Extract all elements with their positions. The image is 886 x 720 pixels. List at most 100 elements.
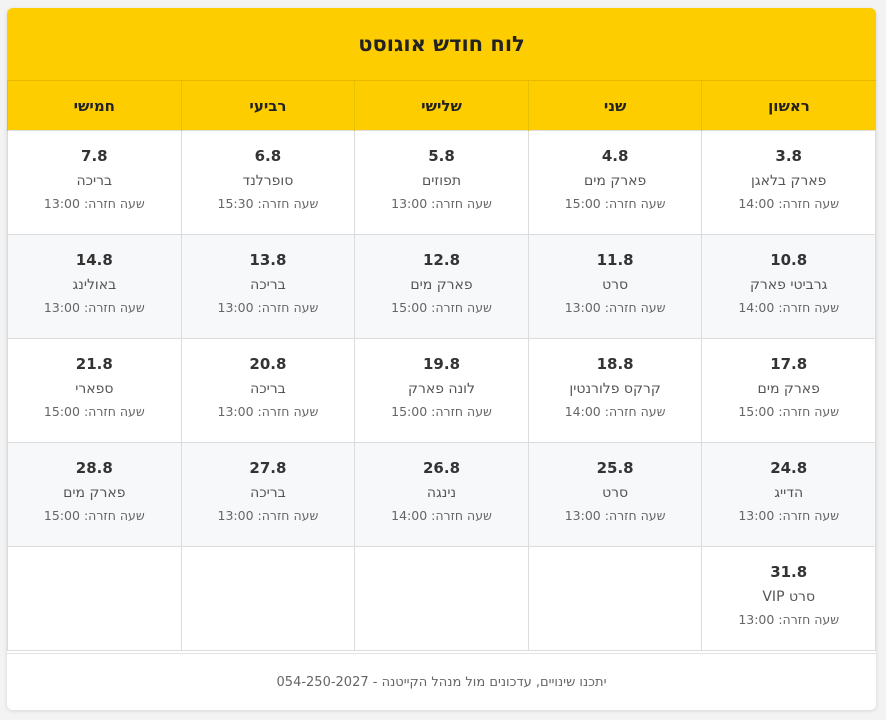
cell-return-time: שעה חזרה: 14:00	[702, 196, 875, 211]
cell-return-time: שעה חזרה: 15:30	[182, 196, 355, 211]
return-time: 15:30	[217, 196, 254, 211]
cell-date: 20.8	[249, 355, 287, 373]
cell-date: 12.8	[423, 251, 461, 269]
cell-activity: סרט VIP	[762, 589, 816, 605]
cell-return-time: שעה חזרה: 14:00	[702, 300, 875, 315]
cell-date: 28.8	[75, 459, 113, 477]
week-row: 17.8 פארק מים שעה חזרה: 15:00 18.8 קרקס פלור…	[7, 338, 876, 443]
day-cell: 11.8 סרט שעה חזרה: 13:00	[527, 234, 703, 339]
day-cell: 7.8 בריכה שעה חזרה: 13:00	[7, 130, 182, 235]
day-cell: 10.8 גרביטי פארק שעה חזרה: 14:00	[701, 234, 876, 339]
day-header: שלישי	[354, 81, 529, 131]
cell-date: 27.8	[249, 459, 287, 477]
return-label: שעה חזרה:	[778, 612, 840, 627]
day-cell: 14.8 באולינג שעה חזרה: 13:00	[7, 234, 182, 339]
return-time: 14:00	[564, 404, 601, 419]
cell-activity: לונה פארק	[408, 381, 475, 397]
cell-date: 18.8	[596, 355, 634, 373]
cell-date: 19.8	[423, 355, 461, 373]
return-time: 15:00	[43, 508, 80, 523]
cell-date: 7.8	[81, 147, 108, 165]
return-time: 13:00	[43, 196, 80, 211]
return-time: 15:00	[391, 404, 428, 419]
cell-date: 4.8	[601, 147, 629, 165]
cell-date: 13.8	[249, 251, 287, 269]
day-cell: 24.8 הדייג שעה חזרה: 13:00	[701, 442, 876, 547]
day-cell: 25.8 סרט שעה חזרה: 13:00	[527, 442, 703, 547]
cell-return-time: שעה חזרה: 13:00	[182, 508, 355, 523]
day-cell: 20.8 בריכה שעה חזרה: 13:00	[180, 338, 356, 443]
day-cell: 17.8 פארק מים שעה חזרה: 15:00	[701, 338, 876, 443]
cell-return-time: שעה חזרה: 15:00	[355, 300, 528, 315]
cell-activity: נינגה	[426, 485, 457, 501]
return-label: שעה חזרה:	[257, 404, 319, 419]
cell-activity: בריכה	[250, 485, 286, 501]
cell-return-time: שעה חזרה: 15:00	[702, 404, 875, 419]
day-cell: 13.8 בריכה שעה חזרה: 13:00	[180, 234, 356, 339]
cell-return-time: שעה חזרה: 13:00	[529, 300, 702, 315]
day-cell: 21.8 ספארי שעה חזרה: 15:00	[7, 338, 182, 443]
cell-return-time: שעה חזרה: 13:00	[8, 196, 181, 211]
cell-date: 5.8	[428, 147, 455, 165]
cell-return-time: שעה חזרה: 13:00	[702, 612, 875, 627]
return-time: 13:00	[564, 508, 601, 523]
empty-day-cell	[180, 546, 356, 651]
week-row: 10.8 גרביטי פארק שעה חזרה: 14:00 11.8 סרט שעה…	[7, 234, 876, 339]
cell-return-time: שעה חזרה: 15:00	[8, 508, 181, 523]
cell-activity: פארק מים	[63, 485, 126, 501]
return-label: שעה חזרה:	[778, 508, 840, 523]
return-label: שעה חזרה:	[431, 300, 492, 315]
return-label: שעה חזרה:	[431, 508, 492, 523]
cell-date: 31.8	[770, 563, 808, 581]
week-row: 3.8 פארק בלאגן שעה חזרה: 14:00 4.8 פארק מים ש…	[7, 130, 876, 235]
cell-activity: בריכה	[250, 381, 286, 397]
return-label: שעה חזרה:	[431, 404, 492, 419]
cell-activity: גרביטי פארק	[749, 277, 828, 293]
cell-date: 25.8	[596, 459, 634, 477]
return-label: שעה חזרה:	[83, 300, 145, 315]
day-cell: 26.8 נינגה שעה חזרה: 14:00	[354, 442, 529, 547]
cell-date: 24.8	[770, 459, 808, 477]
cell-return-time: שעה חזרה: 13:00	[702, 508, 875, 523]
return-time: 14:00	[738, 300, 775, 315]
empty-day-cell	[7, 546, 182, 651]
cell-activity: פארק בלאגן	[751, 173, 827, 189]
cell-return-time: שעה חזרה: 13:00	[8, 300, 181, 315]
day-cell: 4.8 פארק מים שעה חזרה: 15:00	[527, 130, 703, 235]
cell-date: 3.8	[775, 147, 802, 165]
cell-return-time: שעה חזרה: 15:00	[355, 404, 528, 419]
return-time: 15:00	[43, 404, 80, 419]
cell-activity: סרט	[602, 277, 629, 293]
return-time: 13:00	[217, 508, 254, 523]
cell-date: 6.8	[254, 147, 282, 165]
cell-date: 11.8	[596, 251, 634, 269]
cell-activity: הדייג	[774, 485, 804, 501]
day-header-row: ראשון שני שלישי רביעי חמישי	[7, 81, 876, 131]
return-label: שעה חזרה:	[604, 300, 666, 315]
week-row: 24.8 הדייג שעה חזרה: 13:00 25.8 סרט שעה חזרה:…	[7, 442, 876, 547]
day-cell: 18.8 קרקס פלורנטין שעה חזרה: 14:00	[527, 338, 703, 443]
cell-return-time: שעה חזרה: 15:00	[8, 404, 181, 419]
cell-return-time: שעה חזרה: 13:00	[529, 508, 702, 523]
cell-activity: באולינג	[72, 277, 117, 293]
cell-activity: פארק מים	[757, 381, 820, 397]
return-time: 15:00	[738, 404, 775, 419]
return-label: שעה חזרה:	[257, 300, 319, 315]
return-time: 13:00	[43, 300, 80, 315]
return-time: 13:00	[391, 196, 428, 211]
cell-date: 17.8	[770, 355, 808, 373]
day-cell: 12.8 פארק מים שעה חזרה: 15:00	[354, 234, 529, 339]
page-title: לוח חודש אוגוסט	[358, 32, 525, 56]
return-label: שעה חזרה:	[604, 508, 666, 523]
day-cell: 28.8 פארק מים שעה חזרה: 15:00	[7, 442, 182, 547]
day-cell: 3.8 פארק בלאגן שעה חזרה: 14:00	[701, 130, 876, 235]
day-header: שני	[527, 81, 702, 131]
day-header: ראשון	[701, 81, 876, 131]
cell-date: 10.8	[770, 251, 808, 269]
cell-activity: קרקס פלורנטין	[569, 381, 661, 397]
return-time: 13:00	[738, 612, 775, 627]
cell-activity: בריכה	[250, 277, 286, 293]
empty-day-cell	[354, 546, 529, 651]
day-cell: 19.8 לונה פארק שעה חזרה: 15:00	[354, 338, 529, 443]
return-label: שעה חזרה:	[83, 196, 145, 211]
